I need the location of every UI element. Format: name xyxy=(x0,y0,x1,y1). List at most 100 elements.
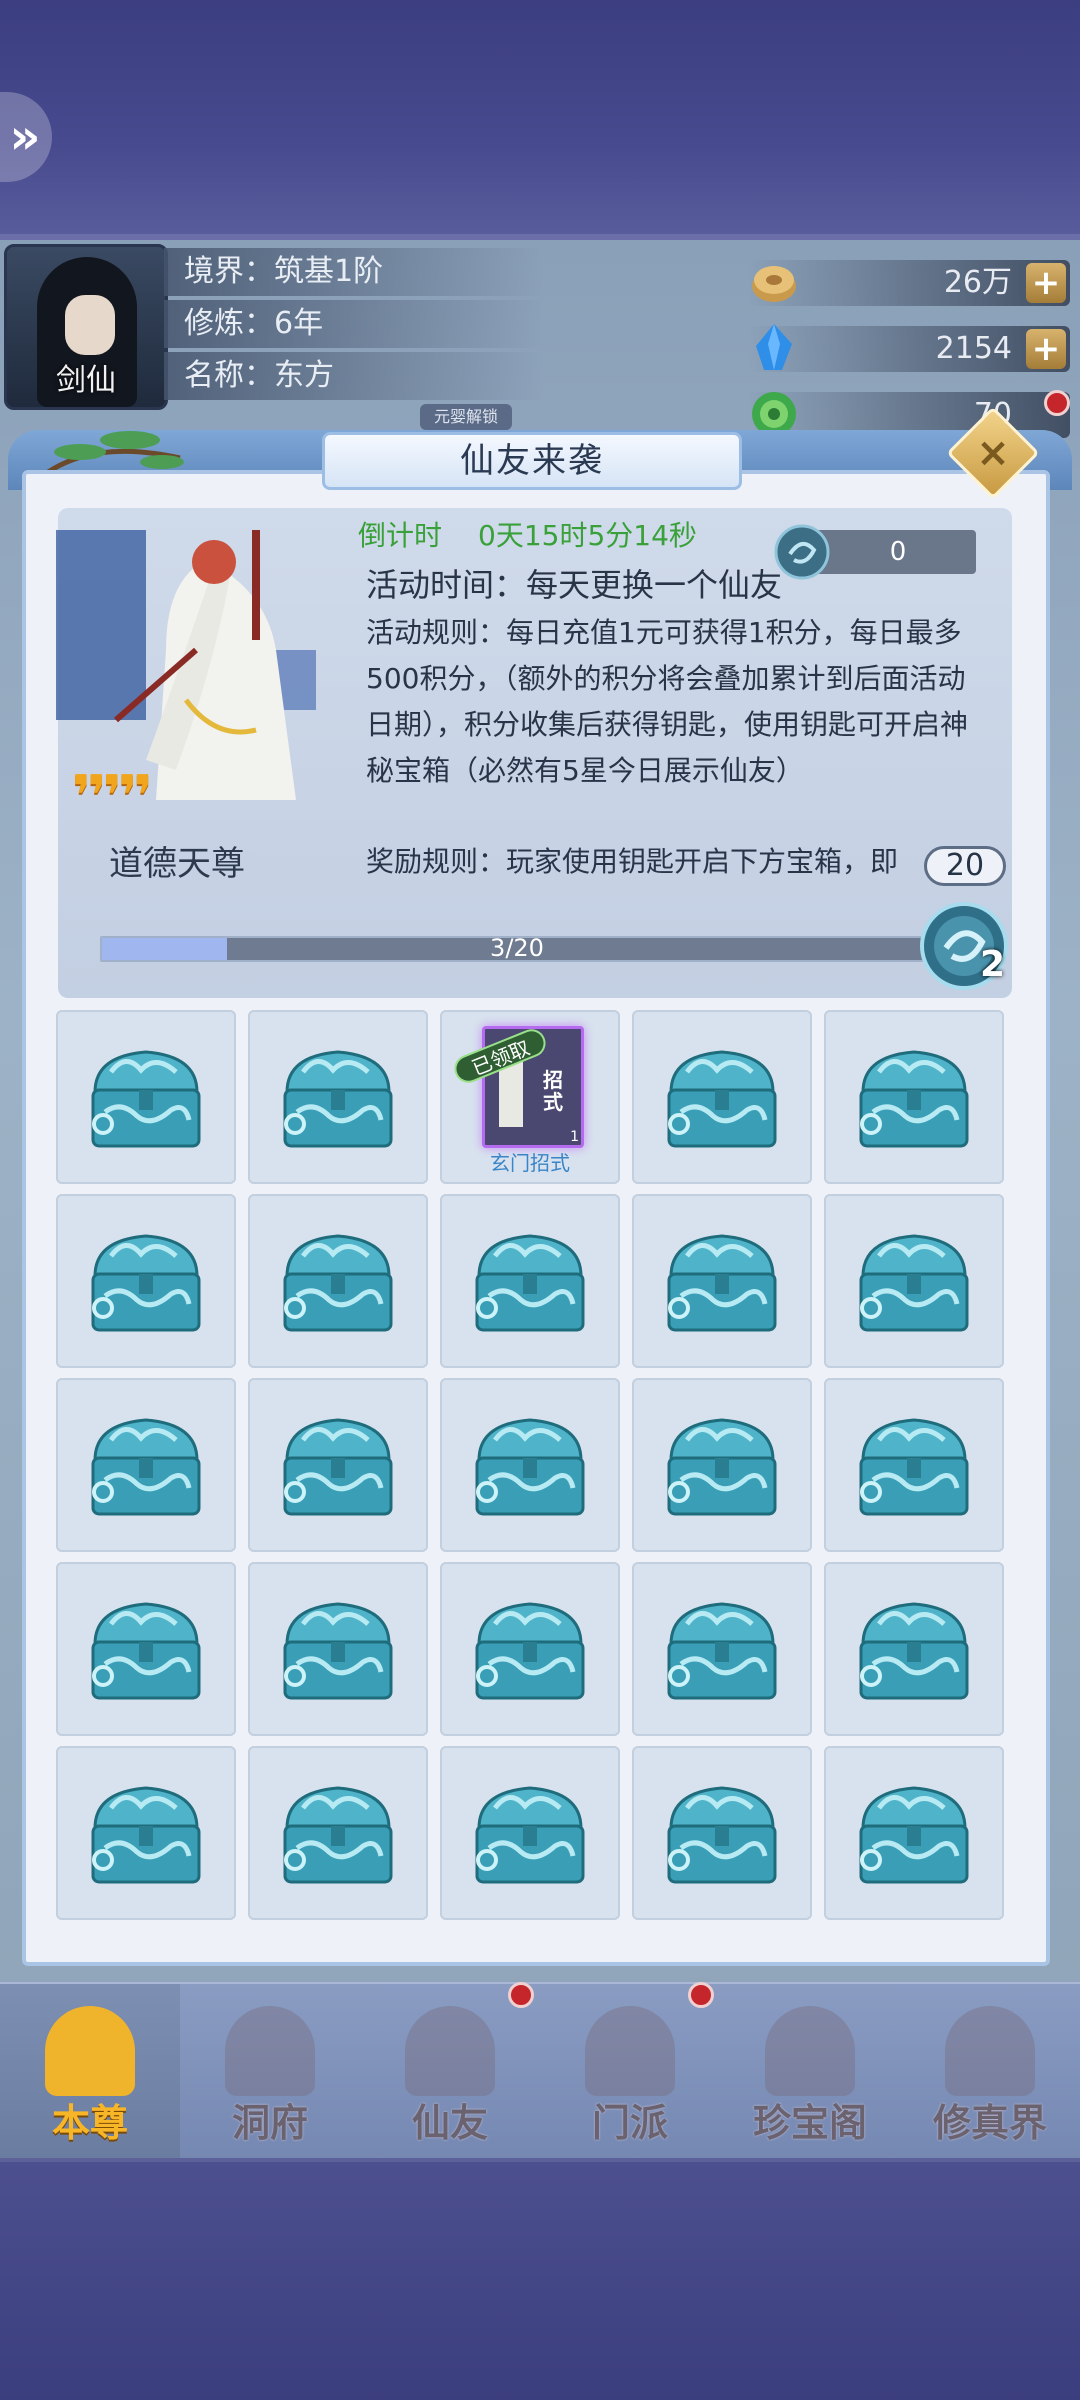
top-banner xyxy=(0,0,1080,240)
star-rating: ❜❜❜❜❜ xyxy=(72,764,153,829)
chest-icon xyxy=(859,1602,969,1700)
reward-rules: 奖励规则：玩家使用钥匙开启下方宝箱，即 xyxy=(366,845,899,878)
treasure-chest[interactable] xyxy=(824,1194,1004,1368)
chest-icon xyxy=(475,1786,585,1884)
treasure-chest[interactable] xyxy=(56,1378,236,1552)
nav-item-0[interactable]: 本尊 xyxy=(0,1984,180,2160)
friends-icon xyxy=(405,2006,495,2096)
chest-grid: 招式 1 已领取 玄门招式 xyxy=(56,1010,1010,1920)
nav-label: 洞府 xyxy=(231,2101,308,2145)
nav-label: 本尊 xyxy=(51,2101,128,2145)
player-title: 剑仙 xyxy=(56,363,116,398)
add-gems-button[interactable]: + xyxy=(1026,329,1066,369)
treasure-chest[interactable] xyxy=(56,1010,236,1184)
dialog-title: 仙友来袭 xyxy=(322,432,742,490)
avatar[interactable]: 剑仙 xyxy=(4,244,168,410)
nav-item-2[interactable]: 仙友 xyxy=(360,1984,540,2160)
coin-value: 26万 xyxy=(943,265,1012,300)
nav-label: 修真界 xyxy=(932,2101,1047,2145)
chest-icon xyxy=(667,1234,777,1332)
nav-notification-dot xyxy=(688,1982,714,2008)
treasure-chest[interactable] xyxy=(56,1746,236,1920)
chest-icon xyxy=(283,1786,393,1884)
hero-name: 道德天尊 xyxy=(109,844,245,884)
chest-icon xyxy=(667,1050,777,1148)
add-coins-button[interactable]: + xyxy=(1026,263,1066,303)
name-text: 名称：东方 xyxy=(164,352,544,400)
blue-gem-icon xyxy=(756,324,792,370)
chest-icon xyxy=(91,1418,201,1516)
activity-rules: 活动规则：每日充值1元可获得1积分，每日最多500积分，（额外的积分将会叠加累计… xyxy=(366,616,969,787)
treasure-chest[interactable] xyxy=(248,1562,428,1736)
treasure-chest[interactable] xyxy=(440,1562,620,1736)
taiji-icon xyxy=(945,2006,1035,2096)
treasure-chest[interactable] xyxy=(248,1010,428,1184)
nav-label: 门派 xyxy=(591,2101,668,2145)
treasure-chest[interactable] xyxy=(248,1746,428,1920)
opened-item-slot[interactable]: 招式 1 已领取 玄门招式 xyxy=(440,1010,620,1184)
treasure-chest[interactable] xyxy=(248,1194,428,1368)
chest-icon xyxy=(475,1602,585,1700)
nav-item-3[interactable]: 门派 xyxy=(540,1984,720,2160)
chest-icon xyxy=(859,1418,969,1516)
chest-icon xyxy=(91,1050,201,1148)
coin-icon xyxy=(752,266,796,302)
chest-icon xyxy=(91,1786,201,1884)
chest-icon xyxy=(475,1418,585,1516)
treasure-chest[interactable] xyxy=(56,1194,236,1368)
bottom-nav: 本尊 洞府 仙友 门派 珍宝阁 修真界 xyxy=(0,1982,1080,2160)
nav-label: 珍宝阁 xyxy=(752,2101,867,2145)
treasure-chest[interactable] xyxy=(824,1378,1004,1552)
realm-text: 境界：筑基1阶 xyxy=(164,248,544,296)
treasure-chest[interactable] xyxy=(632,1378,812,1552)
treasure-chest[interactable] xyxy=(440,1378,620,1552)
nav-item-5[interactable]: 修真界 xyxy=(900,1984,1080,2160)
bottom-banner xyxy=(0,2160,1080,2400)
treasure-chest[interactable] xyxy=(440,1746,620,1920)
treasure-chest[interactable] xyxy=(632,1194,812,1368)
chest-icon xyxy=(667,1602,777,1700)
treasure-chest[interactable] xyxy=(632,1562,812,1736)
treasure-chest[interactable] xyxy=(824,1746,1004,1920)
chest-icon xyxy=(283,1418,393,1516)
item-name: 玄门招式 xyxy=(490,1151,570,1175)
gem-resource: 2154 + xyxy=(748,324,1070,372)
person-icon xyxy=(45,2006,135,2096)
treasure-chest[interactable] xyxy=(632,1010,812,1184)
chest-icon xyxy=(859,1050,969,1148)
nav-label: 仙友 xyxy=(411,2101,488,2145)
chest-icon xyxy=(859,1786,969,1884)
treasure-chest[interactable] xyxy=(56,1562,236,1736)
treasure-chest[interactable] xyxy=(440,1194,620,1368)
treasure-chest[interactable] xyxy=(824,1562,1004,1736)
treasure-chest[interactable] xyxy=(248,1378,428,1552)
treasure-chest[interactable] xyxy=(824,1010,1004,1184)
sect-gate-icon xyxy=(585,2006,675,2096)
coin-resource: 26万 + xyxy=(748,260,1070,306)
nav-item-1[interactable]: 洞府 xyxy=(180,1984,360,2160)
progress-text: 3/20 xyxy=(490,934,544,962)
double-chevron-icon: » xyxy=(9,109,41,165)
chest-icon xyxy=(475,1234,585,1332)
chest-icon xyxy=(859,1234,969,1332)
progress-bar: 3/20 xyxy=(100,934,934,962)
close-icon: × xyxy=(976,430,1010,476)
nav-item-4[interactable]: 珍宝阁 xyxy=(720,1984,900,2160)
treasure-chest[interactable] xyxy=(632,1746,812,1920)
chest-icon xyxy=(283,1050,393,1148)
chest-icon xyxy=(667,1418,777,1516)
chest-icon xyxy=(283,1602,393,1700)
item-qty: 1 xyxy=(570,1129,579,1145)
chest-icon xyxy=(91,1602,201,1700)
cave-icon xyxy=(225,2006,315,2096)
chest-icon xyxy=(283,1234,393,1332)
cultivation-text: 修炼：6年 xyxy=(164,300,544,348)
gem-value: 2154 xyxy=(935,331,1012,366)
owned-keys: 2 xyxy=(980,944,1006,985)
item-type-label: 招式 xyxy=(543,1068,563,1114)
countdown-value: 0天15时5分14秒 xyxy=(478,519,697,552)
notification-dot xyxy=(1044,390,1070,416)
pavilion-icon xyxy=(765,2006,855,2096)
nav-notification-dot xyxy=(508,1982,534,2008)
unlock-subtitle: 元婴解锁 xyxy=(420,404,512,430)
